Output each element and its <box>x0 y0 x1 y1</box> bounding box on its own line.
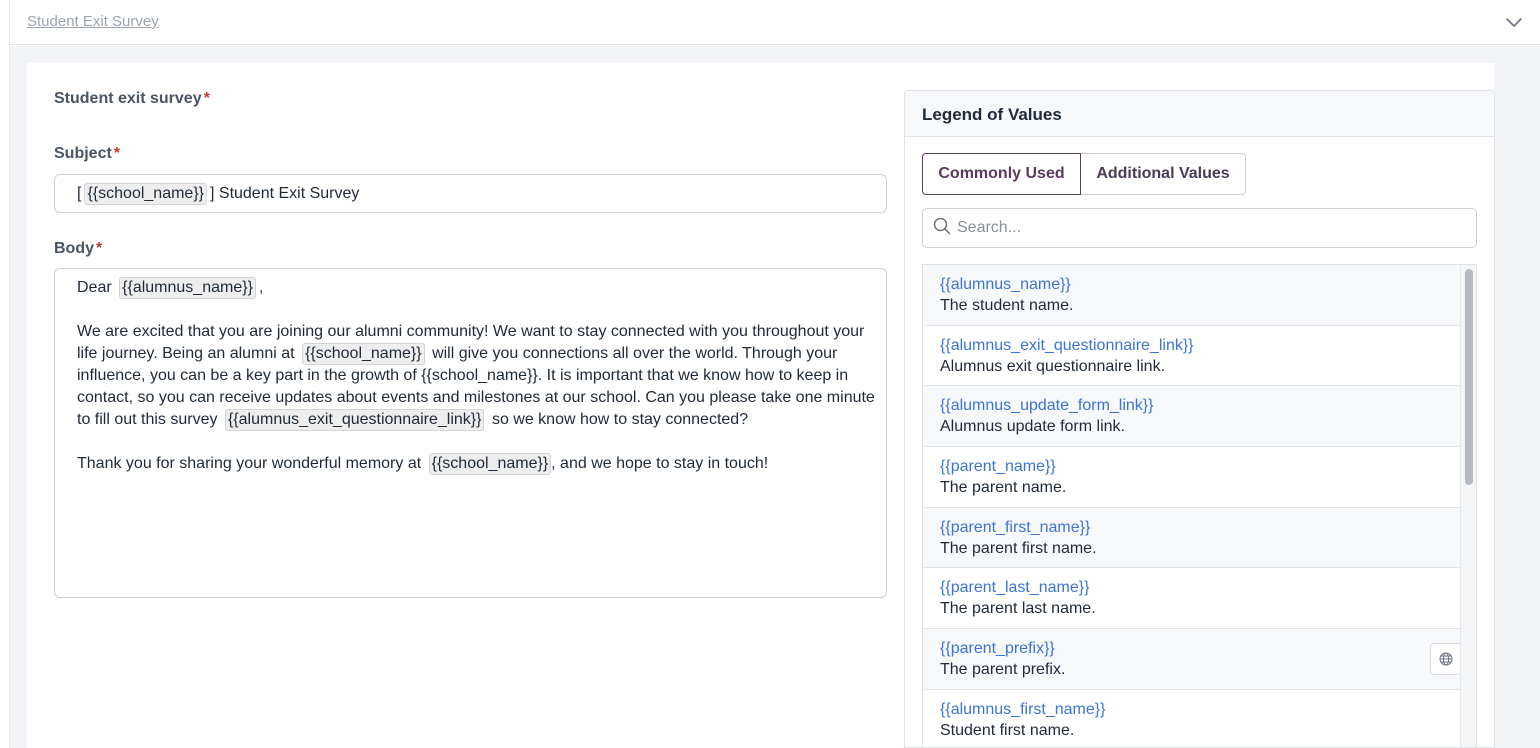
legend-key[interactable]: {{parent_first_name}} <box>940 518 1461 538</box>
legend-key[interactable]: {{alumnus_exit_questionnaire_link}} <box>940 336 1461 356</box>
legend-key[interactable]: {{alumnus_name}} <box>940 275 1461 295</box>
body-token-school[interactable]: {{school_name}} <box>302 343 425 365</box>
body-text: so we know how to stay connected? <box>491 411 749 428</box>
legend-title: Legend of Values <box>905 91 1494 137</box>
search-input[interactable] <box>957 219 1457 237</box>
legend-key[interactable]: {{parent_prefix}} <box>940 639 1461 659</box>
section-label: Student exit survey * <box>54 90 210 108</box>
legend-desc: The parent first name. <box>940 539 1097 557</box>
tab-additional-values[interactable]: Additional Values <box>1081 153 1246 195</box>
accordion-title[interactable]: Student Exit Survey <box>27 13 159 30</box>
subject-input[interactable]: [{{school_name}}] Student Exit Survey <box>54 174 887 213</box>
list-item[interactable]: {{alumnus_update_form_link}} Alumnus upda… <box>923 386 1461 448</box>
legend-list: {{alumnus_name}} The student name. {{alum… <box>922 264 1477 747</box>
greeting-suffix: , <box>258 279 264 296</box>
list-item[interactable]: {{parent_name}} The parent name. <box>923 447 1461 508</box>
subject-label: Subject * <box>54 145 120 163</box>
body-text: Thank you for sharing your wonderful mem… <box>77 455 422 472</box>
subject-suffix: ] Student Exit Survey <box>210 184 360 202</box>
body-text: , and we hope to stay in touch! <box>551 455 769 472</box>
legend-desc: The student name. <box>940 297 1074 314</box>
list-item[interactable]: {{alumnus_first_name}} Student first name… <box>923 690 1461 747</box>
globe-icon[interactable] <box>1430 643 1462 676</box>
body-paragraph-2: Thank you for sharing your wonderful mem… <box>77 453 882 475</box>
body-paragraph-1: We are excited that you are joining our … <box>77 321 882 431</box>
subject-prefix: [ <box>77 184 82 202</box>
section-label-text: Student exit survey <box>54 90 202 107</box>
list-item[interactable]: {{parent_first_name}} The parent first na… <box>923 507 1461 569</box>
scrollbar[interactable] <box>1460 265 1476 747</box>
legend-tabs: Commonly Used Additional Values <box>922 153 1246 195</box>
body-label-text: Body <box>54 240 94 257</box>
required-mark: * <box>96 240 103 257</box>
chevron-down-icon[interactable] <box>1504 12 1524 32</box>
list-item[interactable]: {{parent_last_name}} The parent last name… <box>923 568 1461 630</box>
greeting-line: Dear {{alumnus_name}}, <box>77 277 882 299</box>
legend-panel: Legend of Values Commonly Used Additiona… <box>904 90 1495 748</box>
search-icon <box>933 217 951 240</box>
legend-desc: Student first name. <box>940 721 1075 739</box>
legend-desc: The parent last name. <box>940 600 1096 618</box>
body-token-questionnaire[interactable]: {{alumnus_exit_questionnaire_link}} <box>224 409 485 431</box>
accordion-header[interactable]: Student Exit Survey <box>9 0 1540 45</box>
legend-key[interactable]: {{alumnus_update_form_link}} <box>940 396 1461 416</box>
list-item[interactable]: {{alumnus_name}} The student name. <box>923 265 1461 326</box>
legend-key[interactable]: {{parent_name}} <box>940 457 1461 477</box>
body-label: Body * <box>54 240 102 258</box>
subject-label-text: Subject <box>54 145 112 162</box>
legend-key[interactable]: {{alumnus_first_name}} <box>940 700 1461 720</box>
list-item[interactable]: {{parent_prefix}} The parent prefix. <box>923 629 1462 690</box>
greeting-token[interactable]: {{alumnus_name}} <box>119 277 256 299</box>
legend-key[interactable]: {{parent_last_name}} <box>940 578 1461 598</box>
legend-desc: The parent name. <box>940 479 1067 497</box>
body-token-school[interactable]: {{school_name}} <box>428 453 552 475</box>
subject-token[interactable]: {{school_name}} <box>84 182 207 205</box>
body-editor[interactable]: Dear {{alumnus_name}}, We are excited th… <box>54 268 887 598</box>
search-field[interactable] <box>922 208 1477 248</box>
tab-commonly-used[interactable]: Commonly Used <box>922 153 1081 195</box>
scrollbar-thumb[interactable] <box>1465 269 1473 485</box>
required-mark: * <box>203 90 210 107</box>
greeting-prefix: Dear <box>77 279 112 296</box>
legend-desc: Alumnus exit questionnaire link. <box>940 357 1166 375</box>
legend-desc: Alumnus update form link. <box>940 418 1125 436</box>
legend-desc: The parent prefix. <box>940 661 1066 679</box>
list-item[interactable]: {{alumnus_exit_questionnaire_link}} Alumn… <box>923 326 1461 387</box>
required-mark: * <box>113 145 121 162</box>
